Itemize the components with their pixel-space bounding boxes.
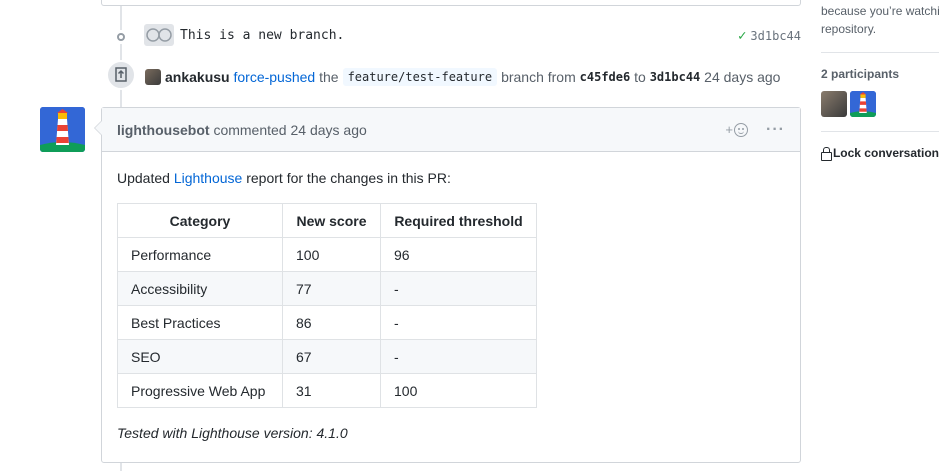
intro-after: report for the changes in this PR: [242,170,451,186]
sidebar: because you’re watching repository. 2 pa… [821,0,939,471]
repo-push-icon [115,67,127,82]
table-cell: 100 [282,237,381,272]
table-cell: SEO [117,339,283,374]
word-the: the [319,69,339,85]
force-push-text: ankakusu force-pushed the feature/test-f… [145,68,780,86]
force-pushed-link[interactable]: force-pushed [233,69,315,85]
previous-comment-box [101,0,801,6]
word-to: to [634,69,646,85]
smiley-icon [734,122,749,137]
table-row: Performance 100 96 [117,237,537,272]
table-cell: Progressive Web App [117,373,283,408]
sidebar-divider [821,131,939,132]
commit-message[interactable]: This is a new branch. [180,28,344,43]
commit-dot-icon [114,30,128,44]
participants-heading: 2 participants [821,67,900,81]
table-row: Progressive Web App 31 100 [117,373,537,408]
table-row: Accessibility 77 - [117,271,537,306]
table-cell: 86 [282,305,381,340]
table-row: Best Practices 86 - [117,305,537,340]
comment-author[interactable]: lighthousebot [117,122,210,138]
table-cell: Best Practices [117,305,283,340]
check-icon: ✓ [737,28,747,44]
commit-sha-text[interactable]: 3d1bc44 [750,29,801,43]
comment-header: lighthousebot commented 24 days ago + ··… [102,108,800,152]
lighthouse-icon [40,107,85,152]
force-push-event: ankakusu force-pushed the feature/test-f… [0,60,806,92]
lighthousebot-avatar[interactable] [40,107,85,152]
table-cell: Performance [117,237,283,272]
lock-conversation-label: Lock conversation [832,146,939,160]
github-user-icon [146,28,172,42]
comment-body: Updated Lighthouse report for the change… [102,152,800,459]
notify-line-2: repository. [821,22,877,36]
table-row: SEO 67 - [117,339,537,374]
notification-reason: because you’re watching repository. [821,2,939,38]
from-sha[interactable]: c45fde6 [580,70,631,84]
table-cell: - [380,305,537,340]
comment-action: commented [213,121,287,138]
notify-line-1: because you’re watching [821,4,939,18]
plus-icon: + [725,122,734,137]
intro-before: Updated [117,170,174,186]
participant-avatar-ankakusu[interactable] [821,91,847,117]
lock-icon [821,147,832,161]
commit-author-avatar[interactable] [144,24,174,46]
col-new-score: New score [282,203,381,238]
col-category: Category [117,203,283,238]
table-cell: 96 [380,237,537,272]
comment-meta: lighthousebot commented 24 days ago [117,122,367,138]
lighthouse-comment: lighthousebot commented 24 days ago + ··… [94,107,801,463]
commit-row: This is a new branch. ✓ 3d1bc44 [0,22,806,50]
actor-name[interactable]: ankakusu [165,69,230,85]
scores-table: Category New score Required threshold Pe… [117,203,537,408]
comment-actions: + ··· [725,121,785,139]
table-cell: 100 [380,373,537,408]
lock-conversation-button[interactable]: Lock conversation [821,146,939,161]
sidebar-divider [821,52,939,53]
commit-sha[interactable]: ✓ 3d1bc44 [738,28,801,44]
branch-name[interactable]: feature/test-feature [342,68,498,86]
actor-avatar[interactable] [145,69,161,85]
to-sha[interactable]: 3d1bc44 [650,70,701,84]
table-header-row: Category New score Required threshold [117,203,537,238]
kebab-menu-icon[interactable]: ··· [766,121,785,139]
lighthouse-version-note: Tested with Lighthouse version: 4.1.0 [117,425,348,441]
force-push-badge [106,60,136,90]
table-cell: 31 [282,373,381,408]
word-branch-from: branch from [501,69,576,85]
table-cell: 67 [282,339,381,374]
table-cell: - [380,271,537,306]
comment-intro: Updated Lighthouse report for the change… [117,170,785,186]
participants-list [821,91,939,117]
col-required-threshold: Required threshold [380,203,537,238]
table-cell: 77 [282,271,381,306]
participant-avatar-lighthousebot[interactable] [850,91,876,117]
table-cell: Accessibility [117,271,283,306]
add-reaction-button[interactable]: + [725,122,749,137]
event-time[interactable]: 24 days ago [704,69,780,85]
lighthouse-icon [850,91,876,117]
table-cell: - [380,339,537,374]
lighthouse-link[interactable]: Lighthouse [174,170,243,186]
comment-time[interactable]: 24 days ago [290,122,366,138]
